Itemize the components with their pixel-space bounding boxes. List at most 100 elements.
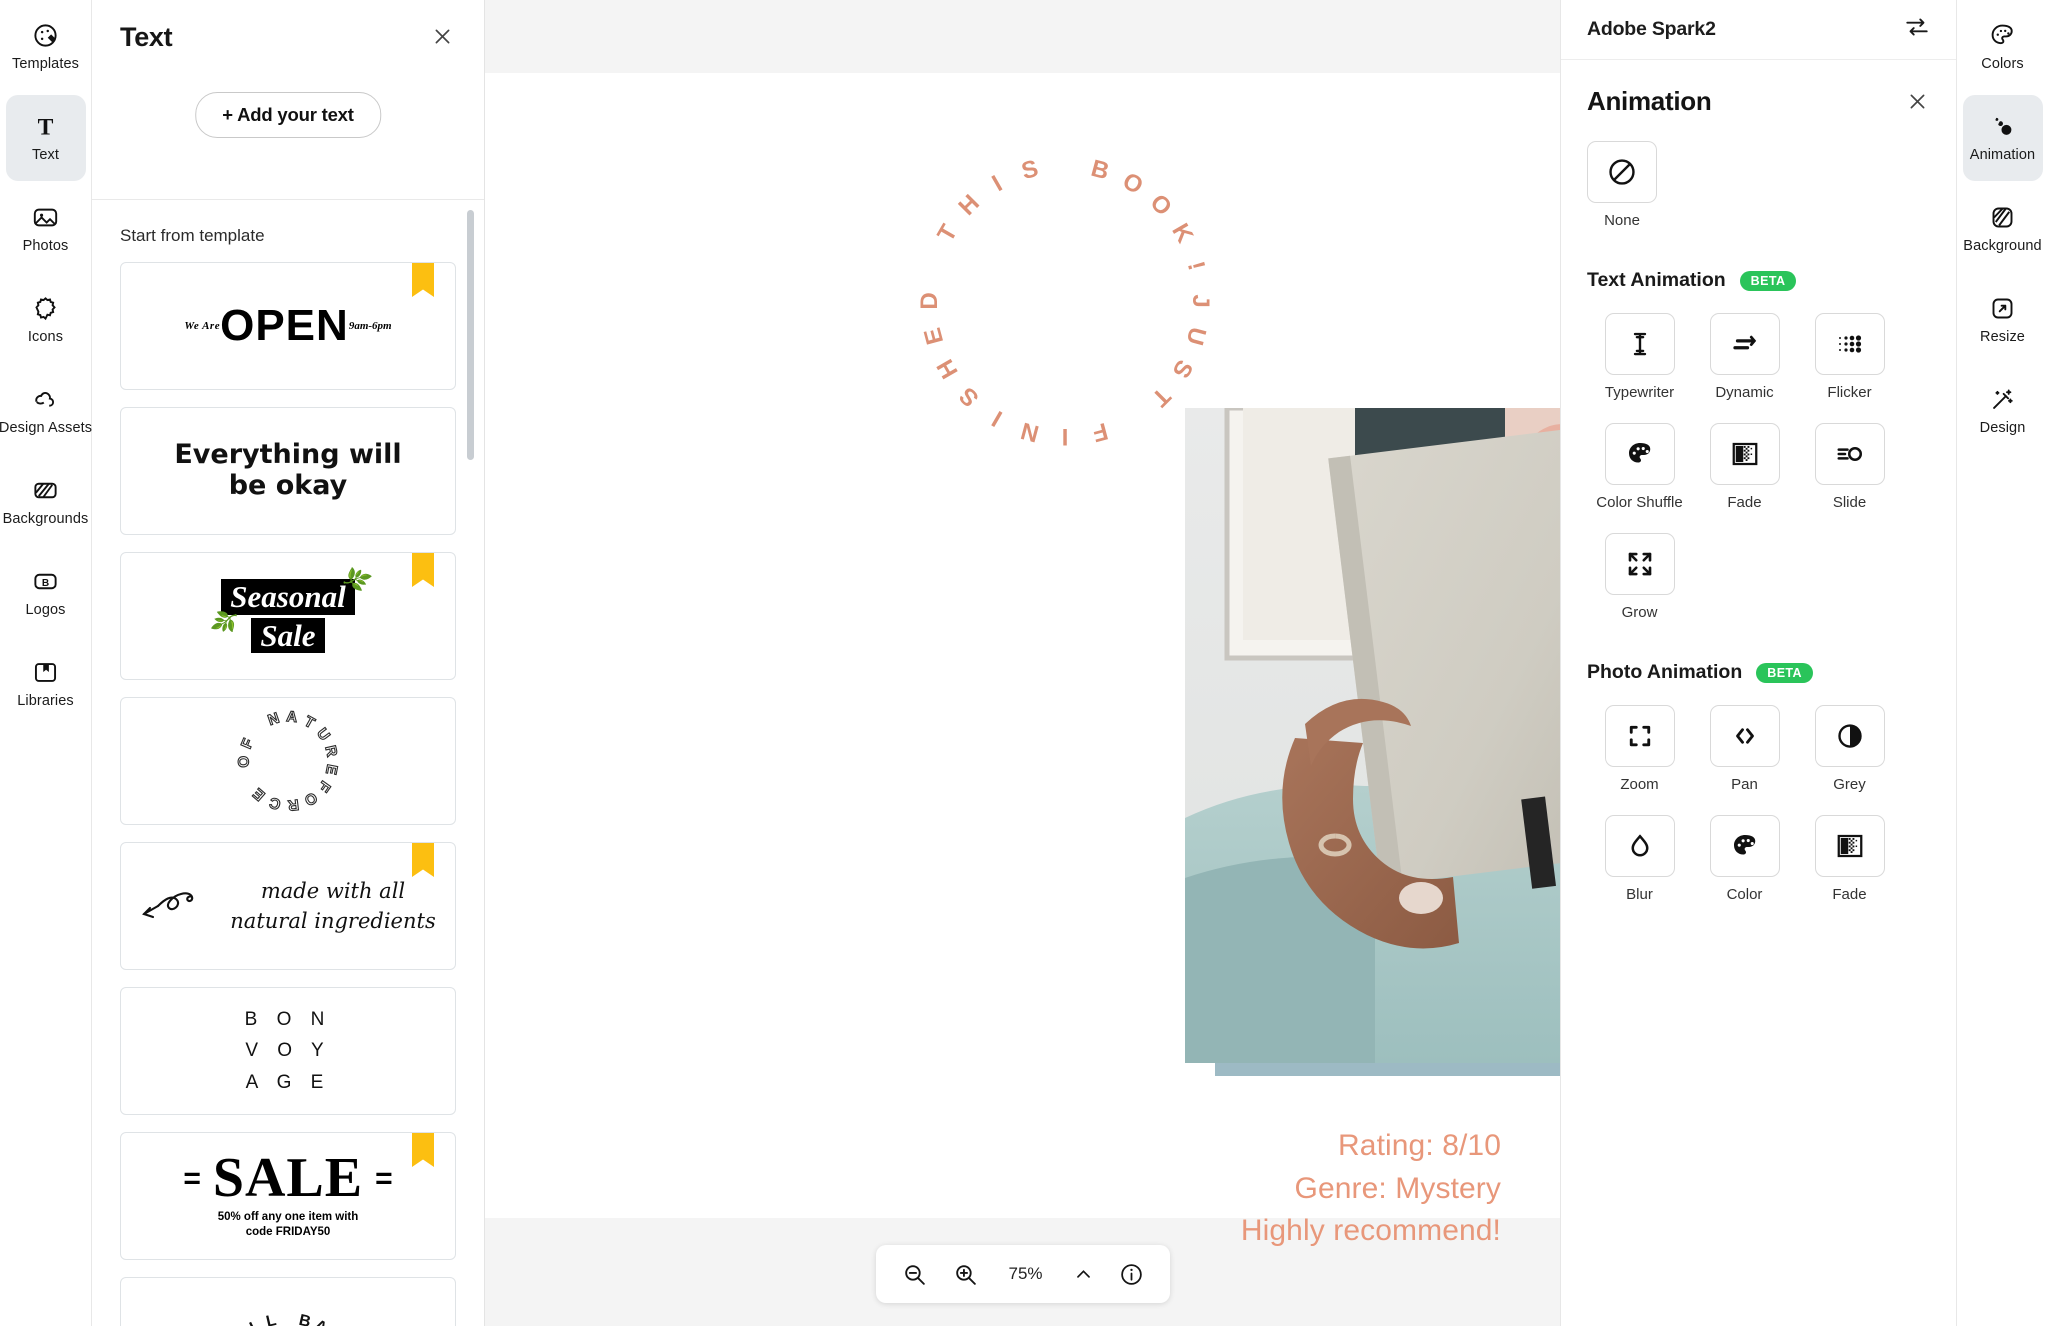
animation-option-photo-fade[interactable]: Fade [1797, 815, 1902, 903]
half-circle-icon[interactable] [1814, 705, 1885, 767]
bon-line2: V O Y [245, 1040, 331, 1062]
add-your-text-button[interactable]: + Add your text [195, 92, 381, 138]
seasonal-line2: Sale [251, 617, 325, 653]
arc-character: N [265, 709, 282, 730]
dot-matrix-icon[interactable] [1814, 313, 1885, 375]
animation-label: Blur [1626, 886, 1653, 903]
fade-checker-icon[interactable] [1709, 423, 1780, 485]
animation-option-blur[interactable]: Blur [1587, 815, 1692, 903]
template-list[interactable]: Start from template We Are OPEN 9am-6pm … [92, 200, 484, 1326]
rating-text-block[interactable]: Rating: 8/10 Genre: Mystery Highly recom… [1241, 1125, 1501, 1253]
template-card-made-with-natural-ingredients[interactable]: made with all natural ingredients [120, 842, 456, 970]
chevron-up-icon[interactable] [1074, 1265, 1093, 1284]
align-lines-icon[interactable] [1709, 313, 1780, 375]
sidebar-item-background[interactable]: Background [1963, 186, 2043, 272]
arc-character: L [264, 1312, 278, 1326]
animation-icon [1989, 113, 2016, 140]
arc-character: J [1187, 294, 1214, 308]
canvas-area[interactable]: JUST FINISHED THIS B O O K! Rating: 8/10… [485, 0, 1870, 1326]
resize-icon [1989, 295, 2016, 322]
left-right-chevrons-icon[interactable] [1709, 705, 1780, 767]
beta-badge: BETA [1739, 270, 1797, 291]
animation-option-grow[interactable]: Grow [1587, 533, 1692, 621]
crop-corners-icon[interactable] [1604, 705, 1675, 767]
arc-character: I [1061, 423, 1069, 450]
sidebar-item-colors[interactable]: Colors [1963, 4, 2043, 90]
animation-label: Flicker [1827, 384, 1872, 401]
panel-scrollbar[interactable] [467, 210, 474, 460]
sidebar-item-logos[interactable]: B Logos [6, 550, 86, 636]
animation-option-dynamic[interactable]: Dynamic [1692, 313, 1797, 401]
swap-arrows-icon[interactable] [1904, 14, 1930, 45]
sidebar-item-label: Photos [22, 238, 69, 254]
expand-arrows-icon[interactable] [1604, 533, 1675, 595]
template-thumbnail: 🌿 🌿 Seasonal Sale [121, 553, 455, 679]
slide-motion-icon[interactable] [1814, 423, 1885, 485]
arc-character: A [285, 708, 298, 727]
text-icon: T [32, 113, 59, 140]
close-icon[interactable] [428, 22, 456, 50]
sidebar-item-label: Libraries [17, 693, 74, 709]
animation-option-slide[interactable]: Slide [1797, 423, 1902, 511]
zoom-in-icon[interactable] [953, 1262, 978, 1287]
left-sidebar: Templates T Text Photos Icons Design Ass… [0, 0, 92, 1326]
sidebar-item-backgrounds[interactable]: Backgrounds [3, 459, 88, 545]
circular-headline-text[interactable]: JUST FINISHED THIS B O O K! [915, 151, 1215, 451]
template-card-force-of-nature[interactable]: FORCE OF NATURE [120, 697, 456, 825]
animation-option-zoom[interactable]: Zoom [1587, 705, 1692, 793]
animation-option-pan[interactable]: Pan [1692, 705, 1797, 793]
animation-option-flicker[interactable]: Flicker [1797, 313, 1902, 401]
animation-option-fade[interactable]: Fade [1692, 423, 1797, 511]
arc-character: E [321, 762, 341, 776]
template-card-small-batch[interactable]: SMALL BATCH [120, 1277, 456, 1326]
sidebar-item-text[interactable]: T Text [5, 95, 86, 181]
animation-label: Zoom [1620, 776, 1659, 793]
arc-character: O [235, 755, 253, 768]
animation-option-grey[interactable]: Grey [1797, 705, 1902, 793]
palette-icon[interactable] [1604, 423, 1675, 485]
photo-animation-section-header: Photo Animation BETA [1561, 661, 1956, 684]
template-card-sale[interactable]: = SALE = 50% off any one item with code … [120, 1132, 456, 1260]
sidebar-item-design[interactable]: Design [1963, 368, 2043, 454]
seasonal-line1: Seasonal [221, 579, 355, 615]
info-icon[interactable] [1119, 1262, 1144, 1287]
arc-character: B [297, 1311, 313, 1326]
text-cursor-icon[interactable] [1604, 313, 1675, 375]
none-animation-option[interactable]: None [1561, 117, 1956, 229]
animation-option-color[interactable]: Color [1692, 815, 1797, 903]
arc-character: K [1166, 218, 1199, 248]
arc-character: H [931, 354, 964, 384]
template-card-bon-voyage[interactable]: B O N V O Y A G E [120, 987, 456, 1115]
arc-character: I [987, 170, 1007, 198]
equals-decoration: = [375, 1161, 393, 1195]
rating-line-2: Genre: Mystery [1294, 1171, 1501, 1205]
droplet-icon[interactable] [1604, 815, 1675, 877]
sidebar-item-libraries[interactable]: Libraries [6, 641, 86, 727]
animation-option-typewriter[interactable]: Typewriter [1587, 313, 1692, 401]
sidebar-item-resize[interactable]: Resize [1963, 277, 2043, 363]
template-card-open[interactable]: We Are OPEN 9am-6pm [120, 262, 456, 390]
arc-character: E [919, 324, 950, 348]
no-animation-icon[interactable] [1587, 141, 1657, 203]
template-card-everything-will-be-okay[interactable]: Everything will be okay [120, 407, 456, 535]
animation-label: Fade [1832, 886, 1867, 903]
zoom-level-value[interactable]: 75% [1004, 1264, 1048, 1284]
close-icon[interactable] [1904, 89, 1930, 115]
arc-character: B [1088, 154, 1112, 186]
artboard[interactable]: JUST FINISHED THIS B O O K! Rating: 8/10… [485, 73, 1870, 1247]
sidebar-item-design-assets[interactable]: Design Assets [0, 368, 92, 454]
sidebar-item-label: Logos [25, 602, 66, 618]
sidebar-item-templates[interactable]: Templates [6, 4, 86, 90]
fade-checker-icon[interactable] [1814, 815, 1885, 877]
templates-icon [32, 22, 59, 49]
sidebar-item-photos[interactable]: Photos [6, 186, 86, 272]
animation-option-color-shuffle[interactable]: Color Shuffle [1587, 423, 1692, 511]
palette-icon[interactable] [1709, 815, 1780, 877]
bon-line3: A G E [245, 1071, 331, 1093]
force-of-nature-circle-text: FORCE OF NATURE [234, 707, 342, 815]
open-word: OPEN [220, 300, 349, 350]
sidebar-item-animation[interactable]: Animation [1962, 95, 2043, 181]
zoom-out-icon[interactable] [902, 1262, 927, 1287]
sidebar-item-icons[interactable]: Icons [6, 277, 86, 363]
template-card-seasonal-sale[interactable]: 🌿 🌿 Seasonal Sale [120, 552, 456, 680]
